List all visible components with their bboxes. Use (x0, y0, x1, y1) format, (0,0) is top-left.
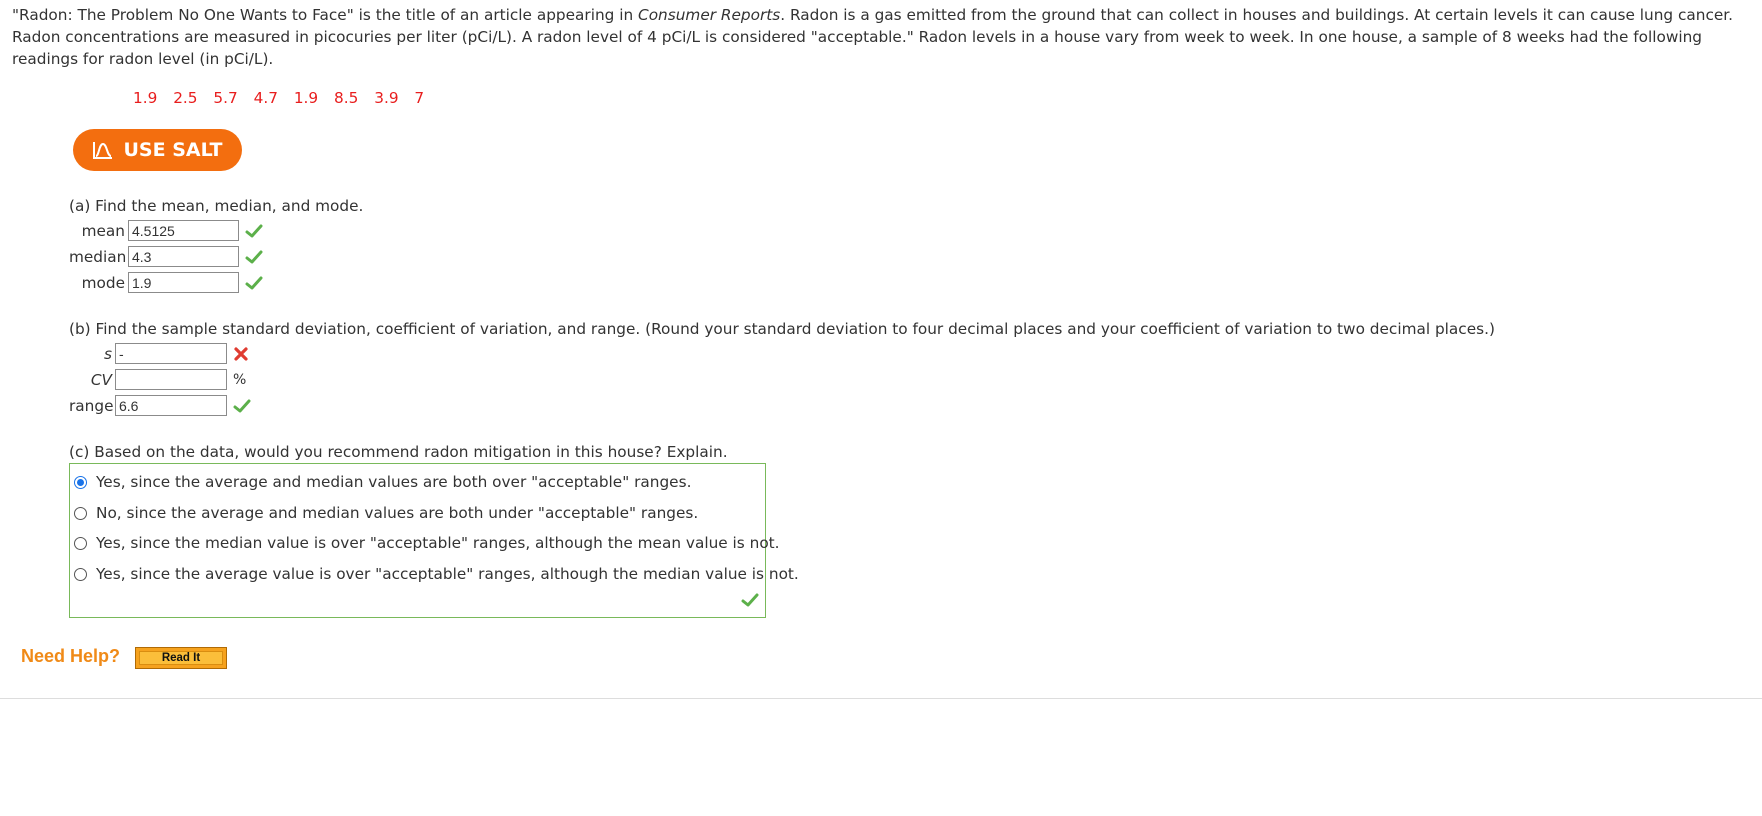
source-title: Consumer Reports (638, 6, 781, 24)
choice-option[interactable]: Yes, since the median value is over "acc… (74, 534, 780, 552)
radio-button[interactable] (74, 567, 87, 581)
check-icon (245, 224, 263, 238)
reading-value: 1.9 (293, 89, 319, 107)
std-dev-input[interactable] (115, 343, 227, 364)
check-icon (233, 399, 251, 413)
reading-value: 5.7 (213, 89, 238, 107)
mean-label: mean (81, 221, 125, 240)
mode-input[interactable] (128, 272, 239, 293)
choice-label: Yes, since the median value is over "acc… (96, 534, 780, 552)
check-icon (245, 250, 263, 264)
choice-label: Yes, since the average value is over "ac… (96, 565, 799, 583)
intro-text-start: "Radon: The Problem No One Wants to Face… (12, 6, 639, 24)
median-label: median (69, 247, 127, 266)
median-row: median (69, 246, 263, 267)
cv-input[interactable] (115, 369, 227, 390)
need-help-label: Need Help? (21, 646, 121, 666)
choice-option[interactable]: No, since the average and median values … (74, 504, 698, 522)
mode-row: mode (69, 272, 263, 293)
problem-statement: "Radon: The Problem No One Wants to Face… (12, 4, 1752, 70)
std-dev-row: s (69, 343, 249, 364)
check-icon (741, 592, 759, 611)
part-c-question: (c) Based on the data, would you recomme… (69, 443, 728, 461)
range-input[interactable] (115, 395, 227, 416)
use-salt-label: USE SALT (123, 139, 223, 161)
choice-label: No, since the average and median values … (96, 504, 699, 522)
radio-button[interactable] (74, 506, 87, 520)
divider (0, 698, 1762, 699)
check-icon (245, 276, 263, 290)
read-it-button[interactable]: Read It (135, 647, 227, 669)
radio-selected[interactable] (74, 475, 87, 489)
radio-button[interactable] (74, 536, 87, 550)
answer-choices: Yes, since the average and median values… (69, 463, 799, 618)
distribution-curve-icon (93, 142, 113, 159)
cv-label: CV (90, 370, 112, 389)
read-it-label: Read It (139, 651, 223, 665)
reading-value: 4.7 (253, 89, 278, 107)
cross-icon (233, 346, 249, 362)
reading-value: 7 (414, 89, 425, 107)
percent-unit: % (233, 371, 247, 388)
choice-label: Yes, since the average and median values… (96, 473, 692, 491)
reading-value: 2.5 (173, 89, 198, 107)
radon-readings: 1.9 2.5 5.7 4.7 1.9 8.5 3.9 7 (133, 89, 435, 107)
mean-input[interactable] (128, 220, 239, 241)
part-b-question: (b) Find the sample standard deviation, … (69, 320, 1495, 338)
mode-label: mode (81, 273, 125, 292)
range-label: range (69, 396, 114, 415)
choice-option[interactable]: Yes, since the average value is over "ac… (74, 565, 799, 583)
std-dev-label: s (104, 344, 112, 363)
reading-value: 8.5 (334, 89, 359, 107)
reading-value: 3.9 (374, 89, 399, 107)
cv-row: CV % (69, 369, 246, 390)
range-row: range (69, 395, 251, 416)
choice-option[interactable]: Yes, since the average and median values… (74, 473, 691, 491)
mean-row: mean (69, 220, 263, 241)
part-a-question: (a) Find the mean, median, and mode. (69, 197, 364, 215)
median-input[interactable] (128, 246, 239, 267)
reading-value: 1.9 (133, 89, 158, 107)
use-salt-button[interactable]: USE SALT (73, 129, 242, 171)
